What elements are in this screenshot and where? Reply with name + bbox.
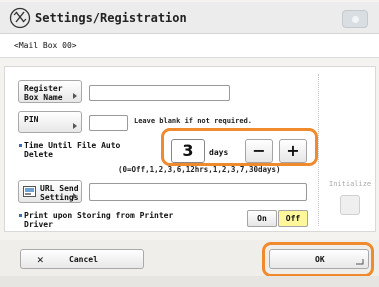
highlight-frame xyxy=(161,128,318,166)
print-store-off-button[interactable]: Off xyxy=(278,210,308,227)
url-send-icon xyxy=(23,186,36,197)
mailbox-subtitle: <Mail Box 00> xyxy=(0,34,379,58)
pin-field[interactable] xyxy=(89,115,128,131)
print-store-label: Print upon Storing from Printer Driver xyxy=(24,211,174,229)
url-send-settings-button[interactable]: URL Send Settings xyxy=(18,180,82,203)
cancel-label: Cancel xyxy=(69,255,98,264)
register-box-name-label-1: Register xyxy=(24,84,63,93)
info-icon xyxy=(352,16,359,23)
settings-registration-icon xyxy=(9,7,31,29)
initialize-button[interactable] xyxy=(340,195,360,215)
mailbox-name: <Mail Box 00> xyxy=(14,41,77,50)
chevron-right-icon xyxy=(73,93,77,99)
initialize-label: Initialize xyxy=(329,180,372,188)
screen: Settings/Registration <Mail Box 00> Regi… xyxy=(0,0,379,287)
register-box-name-field[interactable] xyxy=(89,85,230,101)
register-box-name-label-2: Box Name xyxy=(24,93,63,102)
page-title: Settings/Registration xyxy=(35,11,187,25)
close-icon: ✕ xyxy=(37,253,44,266)
bullet-icon xyxy=(19,214,22,217)
bottom-strip xyxy=(0,276,379,287)
pin-hint: Leave blank if not required. xyxy=(134,117,253,125)
register-box-name-button[interactable]: Register Box Name xyxy=(18,80,82,103)
pin-label: PIN xyxy=(24,115,39,124)
chevron-right-icon xyxy=(73,123,77,129)
auto-delete-range: (0=Off,1,2,3,6,12hrs,1,2,3,7,30days) xyxy=(118,165,281,174)
auto-delete-label: Time Until File Auto Delete xyxy=(24,141,121,159)
highlight-frame-ok xyxy=(262,242,374,277)
info-button[interactable] xyxy=(342,10,368,28)
print-store-on-button[interactable]: On xyxy=(247,210,277,227)
url-send-label-1: URL Send xyxy=(40,184,79,193)
cancel-button[interactable]: ✕ Cancel xyxy=(20,249,144,269)
chevron-right-icon xyxy=(73,193,77,199)
title-bar: Settings/Registration xyxy=(0,2,379,34)
bullet-icon xyxy=(19,144,22,147)
pin-button[interactable]: PIN xyxy=(18,111,82,133)
url-send-field[interactable] xyxy=(89,183,307,201)
